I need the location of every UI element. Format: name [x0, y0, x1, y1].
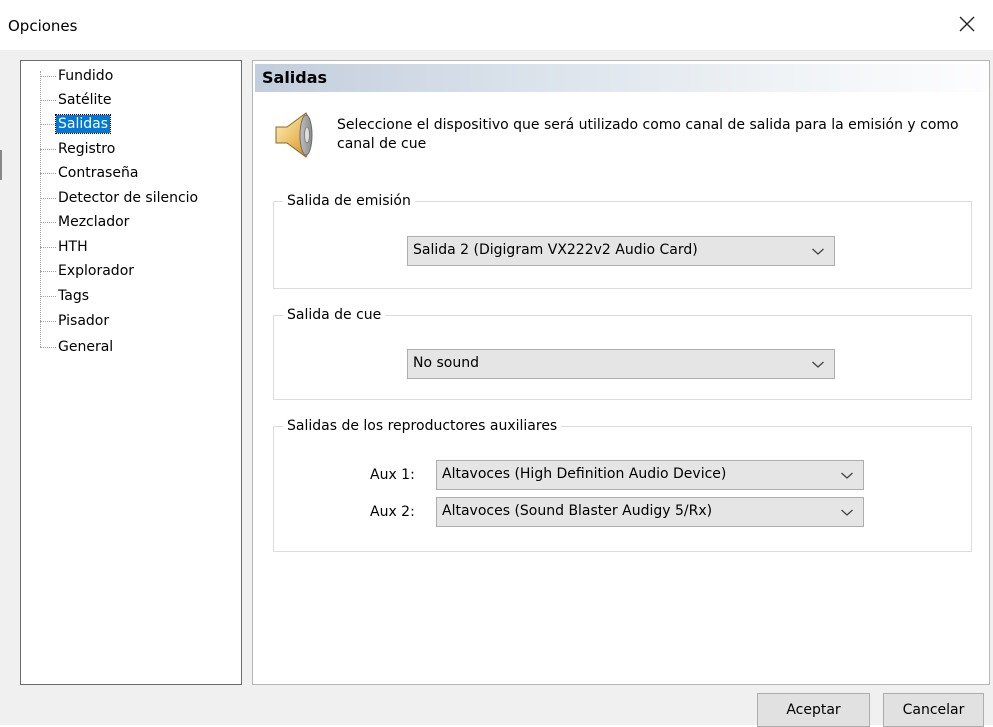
chevron-down-icon: [841, 472, 853, 479]
aux-outputs-label: Salidas de los reproductores auxiliares: [283, 416, 562, 436]
tree-item-label: Explorador: [58, 263, 135, 279]
options-panel: Salidas Seleccione el dispositivo que se…: [252, 60, 990, 685]
aux1-value: Altavoces (High Definition Audio Device): [442, 466, 727, 482]
tree-item-label: HTH: [58, 239, 88, 255]
tree-item-contrasena[interactable]: Contraseña: [40, 162, 140, 184]
broadcast-output-select[interactable]: Salida 2 (Digigram VX222v2 Audio Card): [407, 236, 835, 266]
cue-output-group: Salida de cue No sound: [273, 305, 972, 400]
panel-title: Salidas: [262, 68, 328, 87]
cue-output-select[interactable]: No sound: [407, 349, 835, 379]
tree-item-hth[interactable]: HTH: [40, 236, 90, 258]
title-bar: Opciones: [0, 0, 993, 50]
chevron-down-icon: [812, 248, 824, 255]
tree-item-label: Contraseña: [58, 165, 139, 181]
tree-item-label: Fundido: [58, 68, 114, 84]
tree-item-label: Pisador: [58, 313, 110, 329]
tree-item-detector-de-silencio[interactable]: Detector de silencio: [40, 187, 200, 209]
aux-outputs-group: Salidas de los reproductores auxiliares …: [273, 416, 972, 552]
tree-item-general[interactable]: General: [40, 336, 115, 358]
options-tree[interactable]: Fundido Satélite Salidas Registro Contra…: [20, 60, 242, 685]
chevron-down-icon: [812, 361, 824, 368]
broadcast-output-group: Salida de emisión Salida 2 (Digigram VX2…: [273, 191, 972, 289]
window-edge: [0, 150, 2, 180]
tree-item-explorador[interactable]: Explorador: [40, 260, 136, 282]
tree-item-label: General: [58, 339, 114, 355]
description-text: Seleccione el dispositivo que será utili…: [337, 117, 959, 152]
speaker-icon: [275, 112, 313, 158]
tree-item-label: Registro: [58, 141, 116, 157]
aux1-select[interactable]: Altavoces (High Definition Audio Device): [436, 460, 864, 490]
tree-item-registro[interactable]: Registro: [40, 138, 117, 160]
tree-item-tags[interactable]: Tags: [40, 285, 91, 307]
close-icon[interactable]: [955, 12, 979, 36]
ok-button[interactable]: Aceptar: [757, 693, 870, 727]
window-title: Opciones: [8, 17, 78, 35]
aux2-select[interactable]: Altavoces (Sound Blaster Audigy 5/Rx): [436, 497, 864, 527]
tree-item-salidas[interactable]: Salidas: [40, 113, 112, 135]
cue-output-label: Salida de cue: [283, 305, 386, 325]
broadcast-output-value: Salida 2 (Digigram VX222v2 Audio Card): [413, 242, 698, 258]
tree-item-fundido[interactable]: Fundido: [40, 65, 115, 87]
aux2-label: Aux 2:: [370, 504, 415, 520]
panel-header: Salidas: [255, 64, 987, 92]
aux1-label: Aux 1:: [370, 467, 415, 483]
chevron-down-icon: [841, 509, 853, 516]
cue-output-value: No sound: [413, 355, 479, 371]
tree-item-pisador[interactable]: Pisador: [40, 310, 111, 332]
tree-item-mezclador[interactable]: Mezclador: [40, 211, 131, 233]
tree-item-label: Salidas: [54, 114, 112, 134]
tree-item-label: Tags: [58, 288, 89, 304]
broadcast-output-label: Salida de emisión: [283, 191, 415, 211]
tree-item-label: Satélite: [58, 92, 112, 108]
tree-item-label: Mezclador: [58, 214, 130, 230]
tree-item-satelite[interactable]: Satélite: [40, 89, 113, 111]
tree-item-label: Detector de silencio: [58, 190, 199, 206]
aux2-value: Altavoces (Sound Blaster Audigy 5/Rx): [442, 503, 713, 519]
cancel-button[interactable]: Cancelar: [883, 693, 984, 727]
